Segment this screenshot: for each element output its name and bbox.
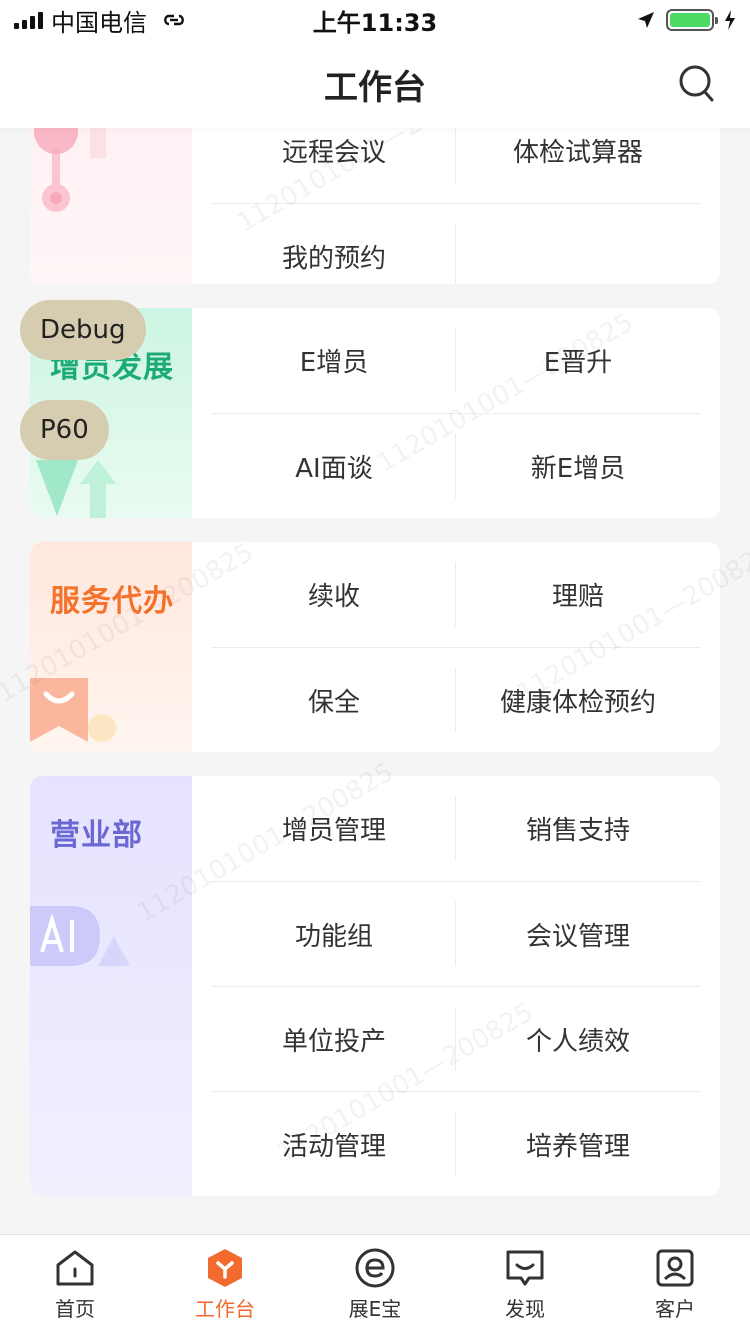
link-icon <box>164 14 184 26</box>
tab-label: 工作台 <box>195 1297 255 1321</box>
cellular-signal-icon <box>14 11 43 29</box>
tab-discover[interactable]: 发现 <box>450 1235 600 1334</box>
menu-item-personal-performance[interactable]: 个人绩效 <box>456 986 700 1091</box>
tab-home[interactable]: 首页 <box>0 1235 150 1334</box>
debug-button[interactable]: Debug <box>20 300 146 360</box>
menu-item-activity-management[interactable]: 活动管理 <box>212 1091 456 1196</box>
tab-customer[interactable]: 客户 <box>600 1235 750 1334</box>
menu-item-ai-interview[interactable]: AI面谈 <box>212 413 456 518</box>
card-banner <box>30 128 192 284</box>
menu-item-remote-meeting[interactable]: 远程会议 <box>212 128 456 203</box>
workbench-content: 远程会议 体检试算器 我的预约 增员发展 E增员 E晋升 AI面谈 新E增员 服… <box>0 128 750 1234</box>
battery-icon <box>666 9 718 31</box>
tab-workbench[interactable]: 工作台 <box>150 1235 300 1334</box>
menu-item-renewal-collection[interactable]: 续收 <box>212 542 456 647</box>
tab-label: 发现 <box>505 1297 545 1321</box>
card-banner: 营业部 <box>30 776 192 1196</box>
menu-item-meeting-management[interactable]: 会议管理 <box>456 881 700 986</box>
bookmark-icon <box>30 678 116 742</box>
menu-item-preservation[interactable]: 保全 <box>212 647 456 752</box>
p60-button[interactable]: P60 <box>20 400 109 460</box>
nav-bar: 工作台 <box>0 40 750 128</box>
menu-item-claims[interactable]: 理赔 <box>456 542 700 647</box>
tab-label: 首页 <box>55 1297 95 1321</box>
tab-label: 展E宝 <box>348 1297 402 1321</box>
tab-bar: 首页 工作台 展E宝 发现 客户 <box>0 1234 750 1334</box>
menu-item-e-recruit[interactable]: E增员 <box>212 308 456 413</box>
tab-e-treasure[interactable]: 展E宝 <box>300 1235 450 1334</box>
menu-item-empty <box>456 203 700 284</box>
menu-item-my-appointments[interactable]: 我的预约 <box>212 203 456 284</box>
menu-item-health-checkup-booking[interactable]: 健康体检预约 <box>456 647 700 752</box>
location-arrow-icon <box>638 12 654 28</box>
decor-illustration-icon <box>34 128 106 212</box>
carrier-name: 中国电信 <box>51 8 147 37</box>
charging-bolt-icon <box>725 10 735 30</box>
menu-item-new-e-recruit[interactable]: 新E增员 <box>456 413 700 518</box>
menu-item-training-management[interactable]: 培养管理 <box>456 1091 700 1196</box>
tab-label: 客户 <box>655 1297 695 1321</box>
e-treasure-icon <box>355 1248 395 1288</box>
card-appointments: 远程会议 体检试算器 我的预约 <box>30 128 720 284</box>
card-service-agency: 服务代办 续收 理赔 保全 健康体检预约 <box>30 542 720 752</box>
workbench-icon <box>208 1249 242 1287</box>
card-banner: 服务代办 <box>30 542 192 752</box>
home-icon <box>56 1250 94 1286</box>
menu-item-checkup-calculator[interactable]: 体检试算器 <box>456 128 700 203</box>
menu-item-recruit-management[interactable]: 增员管理 <box>212 776 456 881</box>
menu-item-sales-support[interactable]: 销售支持 <box>456 776 700 881</box>
card-business-department: 营业部 增员管理 销售支持 功能组 会议管理 单位投产 个人绩效 活动管理 培养… <box>30 776 720 1196</box>
ai-badge-icon <box>30 906 130 966</box>
menu-item-e-promotion[interactable]: E晋升 <box>456 308 700 413</box>
menu-item-unit-output[interactable]: 单位投产 <box>212 986 456 1091</box>
customer-icon <box>656 1249 694 1287</box>
status-bar: 中国电信 上午11:33 <box>0 0 750 40</box>
page-title: 工作台 <box>324 67 426 108</box>
menu-item-function-group[interactable]: 功能组 <box>212 881 456 986</box>
search-icon[interactable] <box>678 64 716 104</box>
discover-icon <box>506 1250 544 1286</box>
